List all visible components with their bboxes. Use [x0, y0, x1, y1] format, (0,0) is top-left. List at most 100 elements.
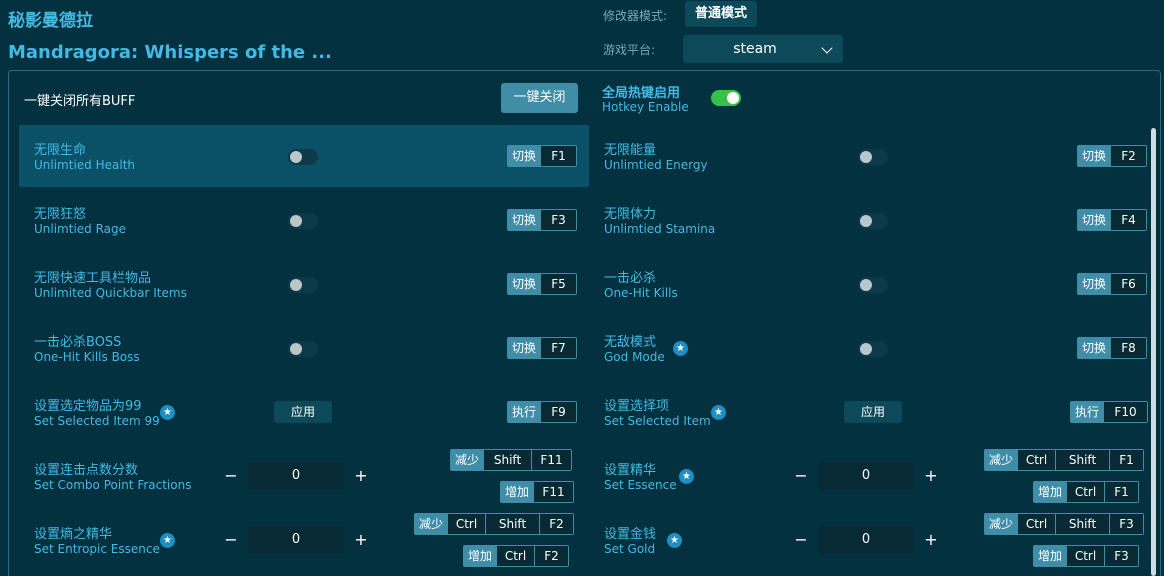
hotkey-box[interactable]: 执行 F9 — [507, 401, 578, 423]
cheat-name-cn: 设置金钱 — [604, 527, 657, 542]
cheat-name-cn: 无限狂怒 — [34, 207, 87, 222]
cheat-row-one-hit-kills-boss[interactable]: 一击必杀BOSS One-Hit Kills Boss 切换 F7 — [19, 317, 589, 379]
hotkey-box[interactable]: 切换 F8 — [1077, 337, 1148, 359]
hotkey-action: 切换 — [508, 210, 541, 230]
cheat-row-unlimited-stamina[interactable]: 无限体力 Unlimtied Stamina 切换 F4 — [589, 189, 1151, 251]
hotkey-box-decrease[interactable]: 减少 Ctrl Shift F1 — [984, 449, 1145, 471]
hotkey-key: F11 — [533, 482, 574, 502]
value-input[interactable]: 0 — [248, 462, 344, 490]
cheat-name-cn: 设置熵之精华 — [34, 527, 113, 542]
cheat-name-cn: 设置精华 — [604, 463, 657, 478]
hotkey-box-increase[interactable]: 增加 Ctrl F2 — [463, 545, 570, 567]
cheat-row-set-selected-item-99[interactable]: 设置选定物品为99 Set Selected Item 99 ★ 应用 执行 F… — [19, 381, 589, 443]
minus-icon[interactable]: − — [792, 531, 810, 549]
value-input[interactable]: 0 — [818, 526, 914, 554]
cheat-toggle[interactable] — [288, 277, 318, 293]
cheat-row-set-gold[interactable]: 设置金钱 Set Gold ★ − 0 + 减少 Ctrl Shift F3 增… — [589, 509, 1151, 571]
hotkey-action: 切换 — [508, 274, 541, 294]
hotkey-key: F5 — [540, 274, 577, 294]
cheat-name-cn: 无敌模式 — [604, 335, 657, 350]
minus-icon[interactable]: − — [222, 531, 240, 549]
cheat-toggle[interactable] — [858, 149, 888, 165]
hotkey-box-increase[interactable]: 增加 F11 — [500, 481, 575, 503]
hotkey-box-decrease[interactable]: 减少 Ctrl Shift F3 — [984, 513, 1145, 535]
cheat-row-unlimited-energy[interactable]: 无限能量 Unlimtied Energy 切换 F2 — [589, 125, 1151, 187]
cheat-row-unlimited-rage[interactable]: 无限狂怒 Unlimtied Rage 切换 F3 — [19, 189, 589, 251]
hotkey-action: 增加 — [501, 482, 534, 502]
hotkey-action: 切换 — [508, 338, 541, 358]
hotkey-label-en: Hotkey Enable — [602, 100, 689, 114]
cheat-row-god-mode[interactable]: 无敌模式 God Mode ★ 切换 F8 — [589, 317, 1151, 379]
value-input[interactable]: 0 — [818, 462, 914, 490]
hotkey-action: 切换 — [1078, 338, 1111, 358]
cheat-row-entropic-essence[interactable]: 设置熵之精华 Set Entropic Essence ★ − 0 + 减少 C… — [19, 509, 589, 571]
star-icon: ★ — [160, 533, 175, 548]
hotkey-box-decrease[interactable]: 减少 Shift F11 — [450, 449, 573, 471]
cheat-name-cn: 设置选定物品为99 — [34, 399, 142, 414]
cheat-name-cn: 无限能量 — [604, 143, 657, 158]
hotkey-key: F3 — [540, 210, 577, 230]
hotkey-key: F7 — [540, 338, 577, 358]
hotkey-key: F4 — [1110, 210, 1147, 230]
hotkey-box[interactable]: 执行 F10 — [1070, 401, 1149, 423]
hotkey-box[interactable]: 切换 F7 — [507, 337, 578, 359]
hotkey-action: 切换 — [1078, 274, 1111, 294]
hotkey-label-cn: 全局热键启用 — [602, 86, 681, 101]
cheat-row-unlimited-health[interactable]: 无限生命 Unlimtied Health 切换 F1 — [19, 125, 589, 187]
scrollbar[interactable] — [1151, 128, 1156, 576]
close-all-button[interactable]: 一键关闭 — [501, 83, 578, 113]
hotkey-action: 增加 — [1034, 546, 1067, 566]
hotkey-box[interactable]: 切换 F1 — [507, 145, 578, 167]
hotkey-box[interactable]: 切换 F2 — [1077, 145, 1148, 167]
mode-button[interactable]: 普通模式 — [685, 1, 757, 27]
hotkey-action: 执行 — [508, 402, 541, 422]
plus-icon[interactable]: + — [922, 467, 940, 485]
plus-icon[interactable]: + — [922, 531, 940, 549]
hotkey-box[interactable]: 切换 F6 — [1077, 273, 1148, 295]
cheat-row-one-hit-kills[interactable]: 一击必杀 One-Hit Kills 切换 F6 — [589, 253, 1151, 315]
hotkey-box-increase[interactable]: 增加 Ctrl F1 — [1033, 481, 1140, 503]
value-input[interactable]: 0 — [248, 526, 344, 554]
cheat-toggle[interactable] — [288, 149, 318, 165]
hotkey-key: F10 — [1103, 402, 1148, 422]
hotkey-action: 增加 — [464, 546, 497, 566]
plus-icon[interactable]: + — [352, 531, 370, 549]
platform-select[interactable]: steam — [683, 35, 843, 63]
hotkey-box[interactable]: 切换 F3 — [507, 209, 578, 231]
minus-icon[interactable]: − — [222, 467, 240, 485]
cheat-name-cn: 一击必杀BOSS — [34, 335, 122, 350]
star-icon: ★ — [679, 469, 694, 484]
cheat-name-en: Unlimtied Energy — [604, 158, 708, 172]
hotkey-action: 切换 — [1078, 146, 1111, 166]
cheat-name-cn: 一击必杀 — [604, 271, 657, 286]
hotkey-key: F6 — [1110, 274, 1147, 294]
cheat-name-en: One-Hit Kills Boss — [34, 350, 140, 364]
plus-icon[interactable]: + — [352, 467, 370, 485]
minus-icon[interactable]: − — [792, 467, 810, 485]
cheat-toggle[interactable] — [858, 277, 888, 293]
cheat-toggle[interactable] — [288, 341, 318, 357]
hotkey-key: Shift — [1055, 514, 1110, 534]
hotkey-box-increase[interactable]: 增加 Ctrl F3 — [1033, 545, 1140, 567]
cheat-toggle[interactable] — [288, 213, 318, 229]
cheat-row-quickbar-items[interactable]: 无限快速工具栏物品 Unlimited Quickbar Items 切换 F5 — [19, 253, 589, 315]
hotkey-action: 减少 — [415, 514, 448, 534]
hotkey-box[interactable]: 切换 F5 — [507, 273, 578, 295]
cheat-toggle[interactable] — [858, 213, 888, 229]
platform-label: 游戏平台: — [603, 43, 656, 57]
cheat-row-combo-point-fractions[interactable]: 设置连击点数分数 Set Combo Point Fractions − 0 +… — [19, 445, 589, 507]
cheat-name-cn: 无限生命 — [34, 143, 87, 158]
hotkey-toggle[interactable] — [711, 90, 741, 106]
apply-button[interactable]: 应用 — [844, 401, 902, 423]
hotkey-key: F3 — [1104, 546, 1139, 566]
cheat-row-set-selected-item[interactable]: 设置选择项 Set Selected Item ★ 应用 执行 F10 — [589, 381, 1151, 443]
cheat-name-en: Unlimtied Stamina — [604, 222, 716, 236]
cheat-name-cn: 无限快速工具栏物品 — [34, 271, 152, 286]
hotkey-box-decrease[interactable]: 减少 Ctrl Shift F2 — [414, 513, 575, 535]
apply-button[interactable]: 应用 — [274, 401, 332, 423]
cheat-row-set-essence[interactable]: 设置精华 Set Essence ★ − 0 + 减少 Ctrl Shift F… — [589, 445, 1151, 507]
cheat-toggle[interactable] — [858, 341, 888, 357]
hotkey-box[interactable]: 切换 F4 — [1077, 209, 1148, 231]
star-icon: ★ — [160, 405, 175, 420]
hotkey-action: 减少 — [985, 450, 1018, 470]
